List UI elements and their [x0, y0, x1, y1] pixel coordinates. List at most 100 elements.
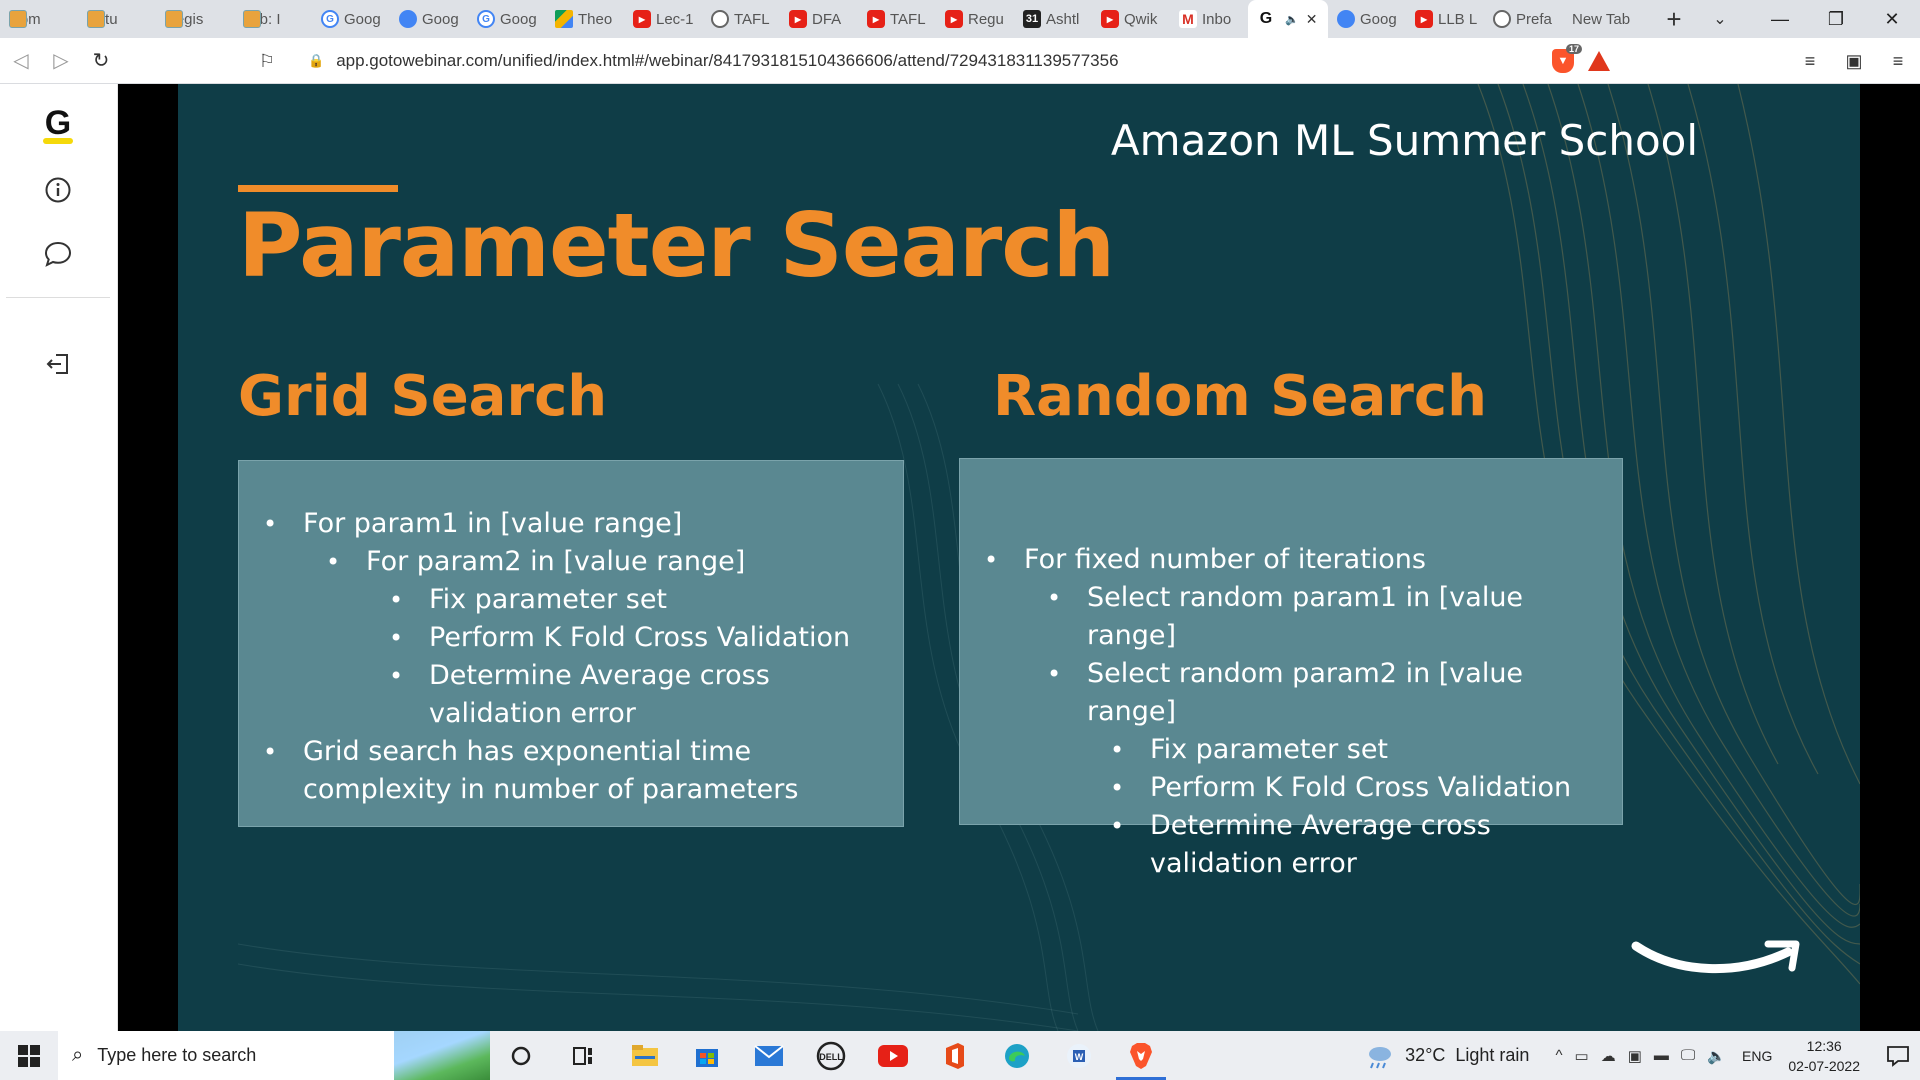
search-placeholder: Type here to search [97, 1045, 257, 1065]
brave-rewards-icon[interactable] [1588, 51, 1610, 71]
tab-label: Theo [578, 10, 613, 28]
network-icon[interactable]: 🖵 [1681, 1047, 1695, 1064]
random-search-heading: Random Search [993, 364, 1487, 429]
wallet-icon[interactable]: ▣ [1832, 51, 1876, 72]
browser-tab[interactable]: Goog [1328, 0, 1406, 38]
browser-tab[interactable]: Regis [156, 0, 234, 38]
playlist-icon[interactable]: ≡ [1788, 51, 1832, 72]
word-mobile-icon[interactable]: W [1048, 1031, 1110, 1080]
browser-tab[interactable]: New Tab [1562, 0, 1654, 38]
edge-icon[interactable] [986, 1031, 1048, 1080]
system-tray: 32°C Light rain ^ ▭ ☁ ▣ ▬ 🖵 🔈 ENG 12:36 … [1365, 1031, 1920, 1080]
meet-now-icon[interactable]: ▭ [1575, 1047, 1589, 1065]
browser-tab[interactable]: ▶ Lec-1 [624, 0, 702, 38]
bullet-item: Perform K Fold Cross Validation [389, 619, 883, 657]
bullet-item: Fix parameter set [389, 581, 883, 619]
start-button[interactable] [0, 1031, 58, 1080]
browser-tab[interactable]: G Goog [312, 0, 390, 38]
minimize-button[interactable]: — [1752, 0, 1808, 38]
address-bar[interactable]: 🔒 app.gotowebinar.com/unified/index.html… [294, 43, 1546, 79]
youtube-icon: ▶ [633, 10, 651, 28]
close-window-button[interactable]: ✕ [1864, 0, 1920, 38]
box-icon [87, 10, 105, 28]
google-cloud-icon [1337, 10, 1355, 28]
battery-icon[interactable]: ▬ [1654, 1047, 1669, 1064]
leave-session-icon[interactable] [42, 348, 74, 380]
tab-label: Lec-1 [656, 10, 694, 28]
bullet-item: For fixed number of iterations [984, 541, 1604, 579]
windows-icon [18, 1044, 40, 1067]
slide-title: Parameter Search [238, 194, 1115, 297]
menu-icon[interactable]: ≡ [1876, 51, 1920, 72]
search-highlight-image [394, 1031, 490, 1080]
youtube-icon[interactable] [862, 1031, 924, 1080]
clock[interactable]: 12:36 02-07-2022 [1788, 1036, 1860, 1076]
tab-label: Goog [500, 10, 537, 28]
browser-tab[interactable]: G 🔈 ✕ [1248, 0, 1328, 38]
brave-browser-icon[interactable] [1110, 1031, 1172, 1080]
tab-label: Goog [344, 10, 381, 28]
restore-button[interactable]: ❐ [1808, 0, 1864, 38]
back-button[interactable]: ◁ [2, 42, 40, 80]
shield-count: 17 [1565, 44, 1582, 54]
random-search-list: For fixed number of iterationsSelect ran… [984, 541, 1604, 883]
chat-icon[interactable] [42, 238, 74, 270]
volume-icon[interactable]: 🔈 [1707, 1047, 1726, 1065]
box-icon [243, 10, 261, 28]
browser-tab[interactable]: ▶ TAFL [858, 0, 936, 38]
task-view-icon[interactable] [552, 1031, 614, 1080]
amazon-smile-logo [1631, 940, 1800, 974]
forward-button[interactable]: ▷ [42, 42, 80, 80]
tab-search-icon[interactable]: ⌄ [1700, 0, 1740, 38]
display-icon[interactable]: ▣ [1628, 1047, 1642, 1065]
file-explorer-icon[interactable] [614, 1031, 676, 1080]
notification-icon[interactable] [1876, 1045, 1920, 1067]
browser-tab[interactable]: 31 Ashtl [1014, 0, 1092, 38]
browser-tab[interactable]: ▶ LLB L [1406, 0, 1484, 38]
browser-tab-strip: HomVirtuRegisLab: I G Goog Goog G Goog Theo ▶ Le… [0, 0, 1920, 38]
browser-tab[interactable]: ▶ Qwik [1092, 0, 1170, 38]
svg-text:W: W [1075, 1052, 1084, 1062]
clock-time: 12:36 [1806, 1037, 1842, 1054]
brave-shield-icon[interactable]: ▼ 17 [1552, 44, 1582, 73]
tab-close-icon[interactable]: ✕ [1306, 11, 1318, 28]
dell-icon[interactable]: DELL [800, 1031, 862, 1080]
language-indicator[interactable]: ENG [1742, 1048, 1772, 1064]
new-tab-button[interactable]: + [1654, 0, 1694, 38]
window-controls: — ❐ ✕ [1752, 0, 1920, 38]
browser-tab[interactable]: Virtu [78, 0, 156, 38]
tab-label: DFA [812, 10, 842, 28]
browser-tab[interactable]: Prefa [1484, 0, 1562, 38]
globe-icon [711, 10, 729, 28]
taskbar-search[interactable]: ⌕ Type here to search [58, 1031, 490, 1080]
tab-label: Inbo [1202, 10, 1232, 28]
lock-icon: 🔒 [308, 53, 325, 68]
browser-tab[interactable]: TAFL [702, 0, 780, 38]
youtube-icon: ▶ [1415, 10, 1433, 28]
browser-tab[interactable]: Lab: I [234, 0, 312, 38]
windows-taskbar: ⌕ Type here to search DELL W 32°C Light … [0, 1031, 1920, 1080]
mail-icon[interactable] [738, 1031, 800, 1080]
browser-tab[interactable]: Goog [390, 0, 468, 38]
office-icon[interactable] [924, 1031, 986, 1080]
microsoft-store-icon[interactable] [676, 1031, 738, 1080]
browser-tab[interactable]: ▶ Regu [936, 0, 1014, 38]
tab-audio-icon[interactable]: 🔈 [1285, 13, 1299, 26]
weather-widget[interactable]: 32°C Light rain [1365, 1043, 1529, 1069]
google-drive-icon [555, 10, 573, 28]
tab-label: Goog [422, 10, 459, 28]
reload-button[interactable]: ↻ [82, 42, 120, 80]
bookmark-icon[interactable]: ⚐ [248, 42, 286, 80]
chevron-up-icon[interactable]: ^ [1555, 1047, 1562, 1064]
cortana-icon[interactable] [490, 1031, 552, 1080]
rain-cloud-icon [1369, 1046, 1392, 1068]
browser-tab[interactable]: G Goog [468, 0, 546, 38]
browser-tab[interactable]: ▶ DFA [780, 0, 858, 38]
info-icon[interactable] [42, 174, 74, 206]
browser-tab[interactable]: Hom [0, 0, 78, 38]
sidebar-divider [6, 297, 110, 298]
browser-tab[interactable]: M Inbo [1170, 0, 1248, 38]
browser-tab[interactable]: Theo [546, 0, 624, 38]
bullet-item: Determine Average cross validation error [389, 657, 883, 733]
onedrive-icon[interactable]: ☁ [1601, 1047, 1616, 1065]
